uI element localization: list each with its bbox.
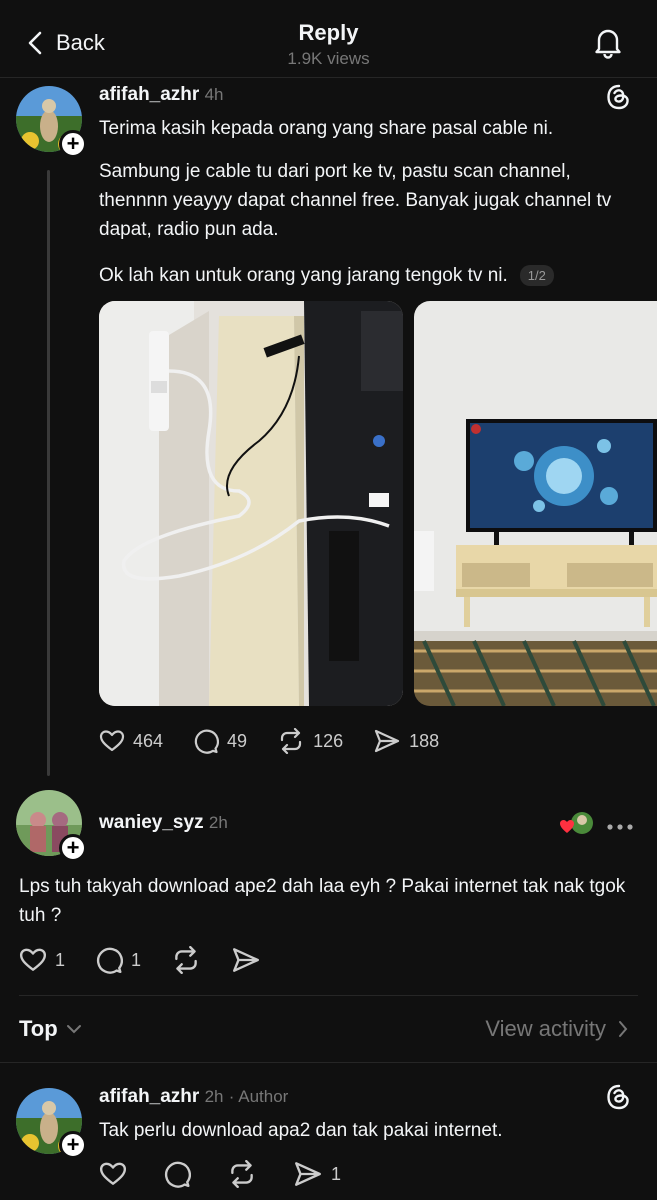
post-author[interactable]: afifah_azhr 4h bbox=[99, 84, 224, 106]
author-reply-author[interactable]: afifah_azhr 2h · Author bbox=[99, 1086, 288, 1108]
more-options-button[interactable] bbox=[606, 818, 634, 836]
post-image-tv[interactable] bbox=[414, 301, 657, 706]
post-image-cable[interactable] bbox=[99, 301, 403, 706]
bell-icon bbox=[595, 29, 621, 59]
repost-icon bbox=[280, 728, 302, 754]
image-counter: 1/2 bbox=[519, 265, 554, 286]
liked-avatar-icon bbox=[560, 812, 593, 834]
follow-button[interactable]: + bbox=[59, 1131, 87, 1159]
share-count: 188 bbox=[409, 730, 440, 751]
comment-button[interactable]: 1 bbox=[95, 946, 141, 974]
post-paragraph-1: Terima kasih kepada orang yang share pas… bbox=[99, 118, 554, 139]
page-title: Reply bbox=[298, 20, 359, 45]
post-paragraph-3: Ok lah kan untuk orang yang jarang tengo… bbox=[99, 265, 508, 286]
author-reply-text: Tak perlu download apa2 dan tak pakai in… bbox=[99, 1120, 503, 1141]
username[interactable]: afifah_azhr bbox=[99, 84, 199, 105]
thread-line bbox=[47, 170, 50, 776]
plus-icon: + bbox=[66, 835, 80, 860]
like-button[interactable]: 1 bbox=[19, 946, 65, 974]
reply-time: 2h bbox=[208, 813, 228, 832]
comment-button[interactable] bbox=[163, 1160, 191, 1188]
divider bbox=[0, 1062, 657, 1063]
share-button[interactable]: 188 bbox=[373, 728, 439, 754]
heart-icon bbox=[99, 1162, 127, 1185]
heart-icon bbox=[99, 730, 125, 752]
threads-icon bbox=[607, 84, 629, 110]
liked-by-author-badge bbox=[560, 810, 594, 836]
follow-button[interactable]: + bbox=[59, 130, 87, 158]
sort-dropdown[interactable]: Top bbox=[19, 1016, 82, 1042]
chevron-right-icon bbox=[619, 1021, 628, 1037]
like-count: 464 bbox=[133, 730, 164, 751]
repost-button[interactable] bbox=[227, 1160, 257, 1188]
author-tag: · Author bbox=[228, 1087, 289, 1106]
reply-actions: 1 1 bbox=[19, 946, 291, 974]
plus-icon: + bbox=[66, 1132, 80, 1157]
send-icon bbox=[233, 948, 259, 972]
view-activity-link[interactable]: View activity bbox=[485, 1016, 628, 1042]
send-icon bbox=[295, 1162, 321, 1186]
chevron-down-icon bbox=[66, 1025, 81, 1034]
comment-icon bbox=[96, 947, 123, 974]
comment-count: 1 bbox=[131, 949, 142, 970]
comment-button[interactable]: 49 bbox=[193, 728, 247, 754]
send-icon bbox=[375, 729, 400, 753]
view-activity-label: View activity bbox=[485, 1016, 606, 1041]
sort-label: Top bbox=[19, 1016, 58, 1041]
share-count: 1 bbox=[331, 1163, 342, 1184]
post-paragraph-2: Sambung je cable tu dari port ke tv, pas… bbox=[99, 161, 612, 240]
username[interactable]: waniey_syz bbox=[99, 812, 204, 833]
repost-count: 126 bbox=[313, 730, 344, 751]
share-button[interactable] bbox=[231, 946, 261, 974]
cable-photo bbox=[99, 301, 403, 706]
repost-icon bbox=[175, 946, 197, 974]
title-block: Reply 1.9K views bbox=[0, 20, 657, 69]
reply-text: Lps tuh takyah download ape2 dah laa eyh… bbox=[19, 876, 626, 926]
threads-icon bbox=[607, 1084, 629, 1110]
plus-icon: + bbox=[66, 131, 80, 156]
reply-author[interactable]: waniey_syz 2h bbox=[99, 812, 228, 834]
post-actions: 464 49 126 188 bbox=[99, 728, 469, 754]
follow-button[interactable]: + bbox=[59, 834, 87, 862]
like-button[interactable]: 464 bbox=[99, 728, 163, 754]
like-count: 1 bbox=[55, 949, 66, 970]
heart-icon bbox=[19, 948, 47, 971]
view-count: 1.9K views bbox=[287, 49, 370, 68]
divider bbox=[19, 995, 638, 996]
threads-button[interactable] bbox=[606, 1084, 632, 1115]
comment-icon bbox=[164, 1161, 191, 1188]
notifications-button[interactable] bbox=[590, 24, 626, 65]
author-reply-time: 2h bbox=[204, 1087, 224, 1106]
repost-button[interactable]: 126 bbox=[277, 728, 343, 754]
comment-count: 49 bbox=[227, 730, 248, 751]
top-bar: Back Reply 1.9K views bbox=[0, 0, 657, 78]
share-button[interactable]: 1 bbox=[293, 1160, 341, 1188]
post-time: 4h bbox=[204, 85, 224, 104]
repost-icon bbox=[231, 1160, 253, 1188]
threads-button[interactable] bbox=[606, 84, 632, 115]
repost-button[interactable] bbox=[171, 946, 201, 974]
tv-photo bbox=[414, 301, 657, 706]
comment-icon bbox=[194, 729, 220, 754]
post-paragraph-3-row: Ok lah kan untuk orang yang jarang tengo… bbox=[99, 261, 644, 290]
more-icon bbox=[607, 824, 633, 830]
like-button[interactable] bbox=[99, 1160, 127, 1188]
author-reply-actions: 1 bbox=[99, 1160, 371, 1188]
username[interactable]: afifah_azhr bbox=[99, 1086, 199, 1107]
